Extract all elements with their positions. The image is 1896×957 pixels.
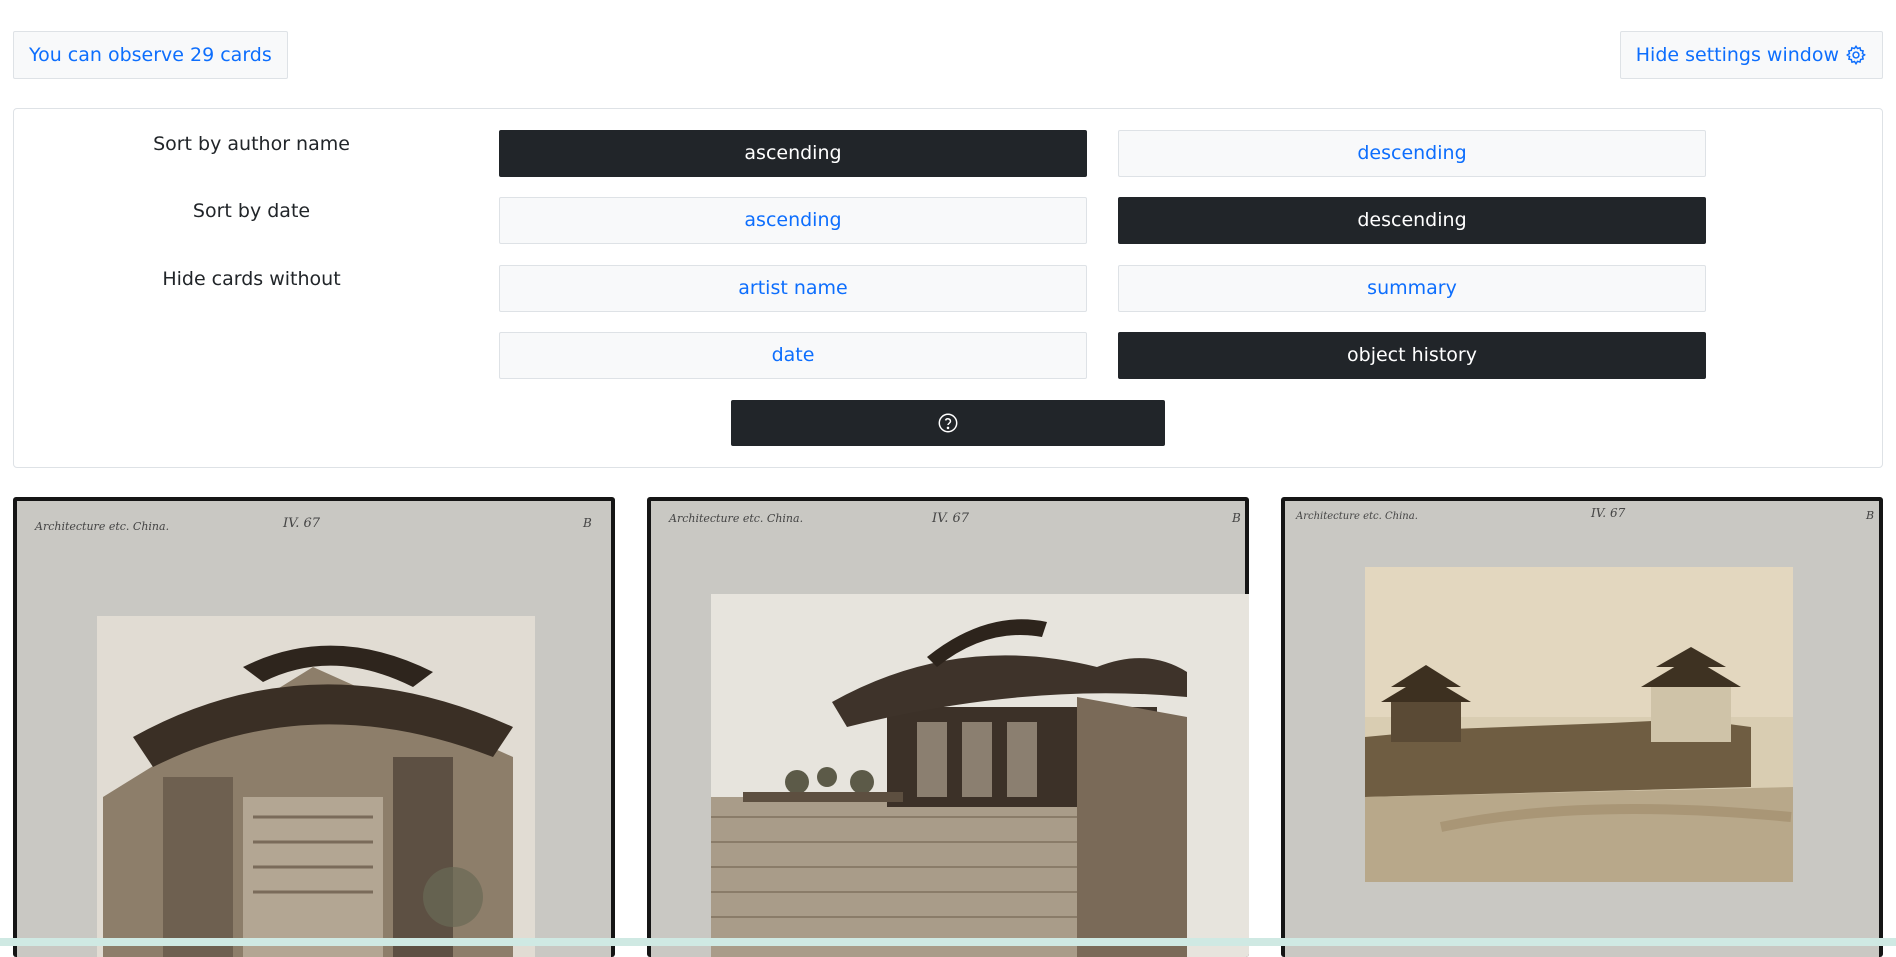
hide-cards-label: Hide cards without [162,268,341,290]
bottom-strip [0,938,1896,946]
hide-without-artist-button[interactable]: artist name [499,265,1087,312]
card-photo[interactable]: Architecture etc. China. IV. 67 B [647,497,1249,957]
hide-without-object-history-button[interactable]: object history [1118,332,1706,379]
card-annotation-mid: IV. 67 [1590,506,1626,520]
question-circle-icon [938,413,958,433]
card-annotation-mid: IV. 67 [282,516,321,531]
card-annotation-left: Architecture etc. China. [34,520,169,533]
hide-without-date-button[interactable]: date [499,332,1087,379]
sort-date-descending-button[interactable]: descending [1118,197,1706,244]
card-grid: Architecture etc. China. IV. 67 B Archit… [13,497,1883,957]
card-annotation-left: Architecture etc. China. [668,512,803,525]
city-wall-photo: Architecture etc. China. IV. 67 B [1285,501,1879,957]
card-photo[interactable]: Architecture etc. China. IV. 67 B [13,497,615,957]
help-button[interactable] [731,400,1165,446]
sort-date-label: Sort by date [192,200,311,222]
card-annotation-left: Architecture etc. China. [1295,511,1418,522]
settings-panel: Sort by author name ascending descending… [13,108,1883,468]
card-count-button[interactable]: You can observe 29 cards [13,31,288,79]
card-annotation-right: B [1865,509,1874,522]
pavilion-photo: Architecture etc. China. IV. 67 B [651,501,1249,957]
archway-photo: Architecture etc. China. IV. 67 B [17,501,611,957]
sort-date-ascending-button[interactable]: ascending [499,197,1087,244]
sort-author-label: Sort by author name [153,133,350,155]
card-annotation-right: B [1231,511,1241,525]
top-bar: You can observe 29 cards Hide settings w… [13,31,1883,79]
card-annotation-mid: IV. 67 [931,511,970,526]
sort-author-descending-button[interactable]: descending [1118,130,1706,177]
sort-author-ascending-button[interactable]: ascending [499,130,1087,177]
hide-settings-button[interactable]: Hide settings window [1619,31,1883,79]
card-photo[interactable]: Architecture etc. China. IV. 67 B [1281,497,1883,957]
card-annotation-right: B [582,516,592,530]
hide-settings-label: Hide settings window [1635,44,1839,66]
gear-icon [1845,44,1866,66]
hide-without-summary-button[interactable]: summary [1118,265,1706,312]
